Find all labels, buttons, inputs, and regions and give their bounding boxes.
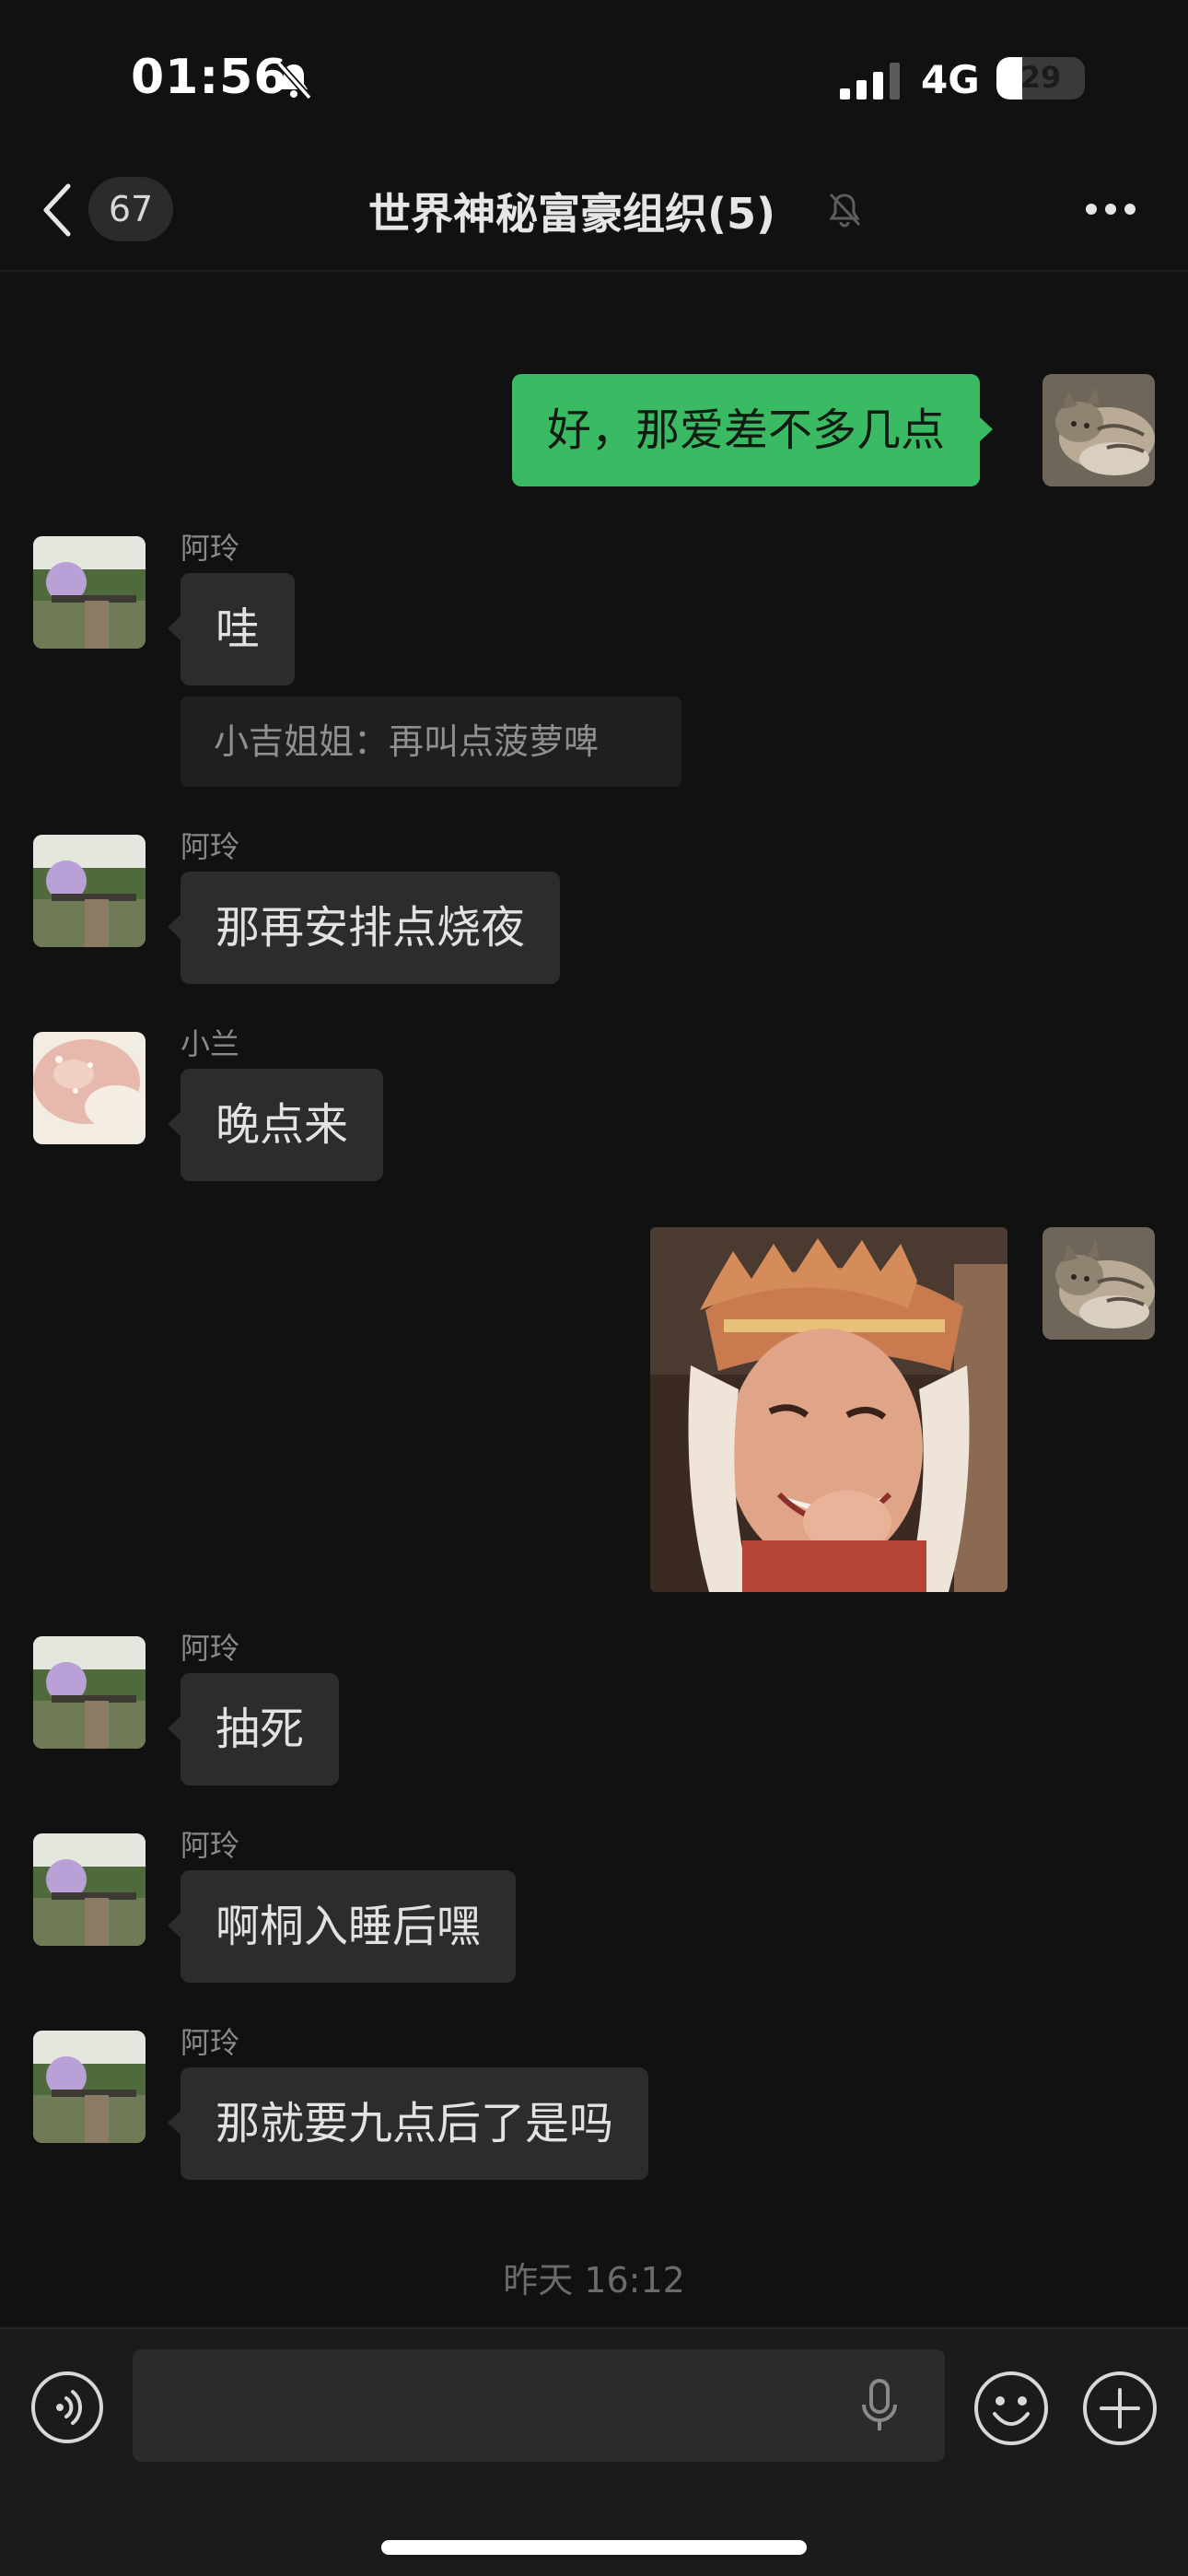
quoted-message[interactable]: 小吉姐姐：再叫点菠萝啤	[181, 697, 681, 787]
sender-name: 阿玲	[181, 1828, 240, 1863]
battery-tip	[1079, 72, 1085, 87]
cat-avatar[interactable]	[1042, 1227, 1155, 1340]
park-balloon-avatar[interactable]	[33, 1636, 146, 1749]
message-bubble-incoming[interactable]: 啊桐入睡后嘿	[167, 1870, 517, 1983]
battery-icon: 29	[996, 57, 1085, 100]
park-balloon-avatar[interactable]	[33, 536, 146, 649]
message-bubble-incoming[interactable]: 那就要九点后了是吗	[167, 2067, 649, 2180]
park-balloon-avatar[interactable]	[33, 835, 146, 947]
header-divider	[0, 270, 1188, 272]
emoji-icon[interactable]	[973, 2370, 1050, 2447]
network-type: 4G	[921, 57, 980, 102]
sender-name: 阿玲	[181, 2025, 240, 2060]
message-input[interactable]	[133, 2349, 945, 2462]
chevron-left-icon[interactable]	[39, 181, 76, 240]
signal-bars-icon	[840, 63, 900, 100]
voice-icon[interactable]	[29, 2370, 105, 2445]
cat-avatar[interactable]	[1042, 374, 1155, 486]
unread-count-badge[interactable]: 67	[88, 177, 173, 241]
message-bubble-incoming[interactable]: 晚点来	[167, 1069, 384, 1181]
chat-title[interactable]: 世界神秘富豪组织(5)	[368, 181, 775, 241]
more-dots-icon[interactable]	[1083, 201, 1138, 217]
status-time: 01:56	[131, 50, 288, 105]
sender-name: 阿玲	[181, 1631, 240, 1666]
home-indicator[interactable]	[381, 2540, 807, 2555]
bell-slash-icon	[829, 193, 861, 228]
message-bubble-incoming[interactable]: 那再安排点烧夜	[167, 872, 561, 984]
sender-name: 小兰	[181, 1026, 240, 1061]
message-bubble-outgoing[interactable]: 好，那爱差不多几点	[512, 374, 994, 486]
park-balloon-avatar[interactable]	[33, 1833, 146, 1946]
message-bubble-incoming[interactable]: 哇	[167, 573, 296, 685]
sender-name: 阿玲	[181, 829, 240, 864]
pink-floral-avatar[interactable]	[33, 1032, 146, 1144]
battery-level: 29	[1019, 60, 1062, 95]
message-timestamp: 昨天 16:12	[503, 2260, 685, 2301]
park-balloon-avatar[interactable]	[33, 2031, 146, 2143]
chat-screen: 01:56 4G 29 67 世界神秘富豪组织(5) 好，那爱差不多几点 阿玲 …	[0, 0, 1188, 2576]
mic-icon[interactable]	[860, 2379, 899, 2432]
sticker-image[interactable]	[650, 1227, 1007, 1592]
bell-slash-icon	[276, 61, 312, 100]
message-bubble-incoming[interactable]: 抽死	[167, 1673, 340, 1786]
plus-icon[interactable]	[1081, 2370, 1159, 2447]
sender-name: 阿玲	[181, 531, 240, 566]
